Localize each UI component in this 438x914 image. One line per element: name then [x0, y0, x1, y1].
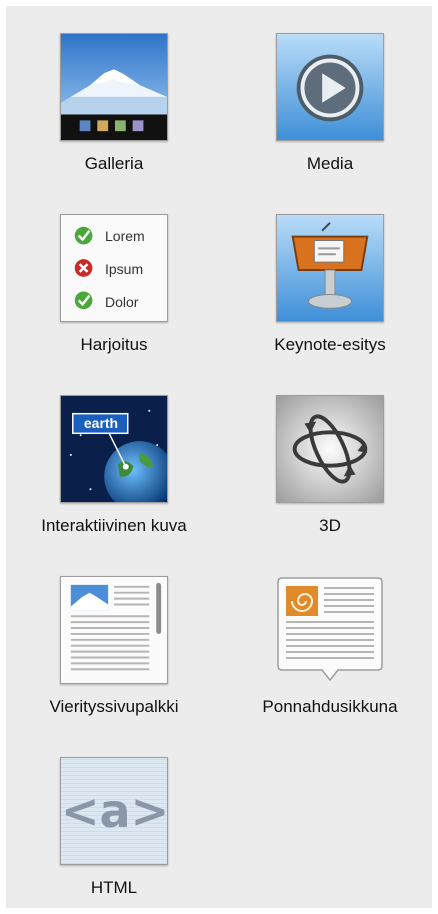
widget-label: Interaktiivinen kuva: [41, 516, 187, 535]
widget-label: Ponnahdusikkuna: [262, 697, 398, 716]
quiz-option: Ipsum: [105, 261, 144, 277]
quiz-option: Lorem: [105, 228, 145, 244]
3d-rotate-icon: [276, 395, 384, 503]
interactive-image-icon: earth: [60, 395, 168, 503]
widget-label: Vierityssivupalkki: [49, 697, 179, 716]
html-icon: <a>: [60, 757, 168, 865]
quiz-option: Dolor: [105, 294, 139, 310]
widget-label: Keynote-esitys: [274, 335, 386, 354]
scrolling-sidebar-icon: [60, 576, 168, 684]
gallery-icon: [60, 33, 168, 141]
widget-label: 3D: [319, 516, 341, 535]
image-callout-label: earth: [83, 415, 119, 431]
widget-panel: Galleria Media Lorem Ipsum Dolor Harjoit…: [6, 6, 432, 908]
html-glyph: <a>: [61, 784, 168, 838]
widget-label: Media: [306, 154, 354, 173]
widget-label: HTML: [90, 878, 138, 897]
widget-label: Harjoitus: [80, 335, 148, 354]
keynote-podium-icon: [276, 214, 384, 322]
media-play-icon: [276, 33, 384, 141]
widget-label: Galleria: [84, 154, 144, 173]
popover-icon: [276, 576, 384, 684]
quiz-icon: Lorem Ipsum Dolor: [60, 214, 168, 322]
